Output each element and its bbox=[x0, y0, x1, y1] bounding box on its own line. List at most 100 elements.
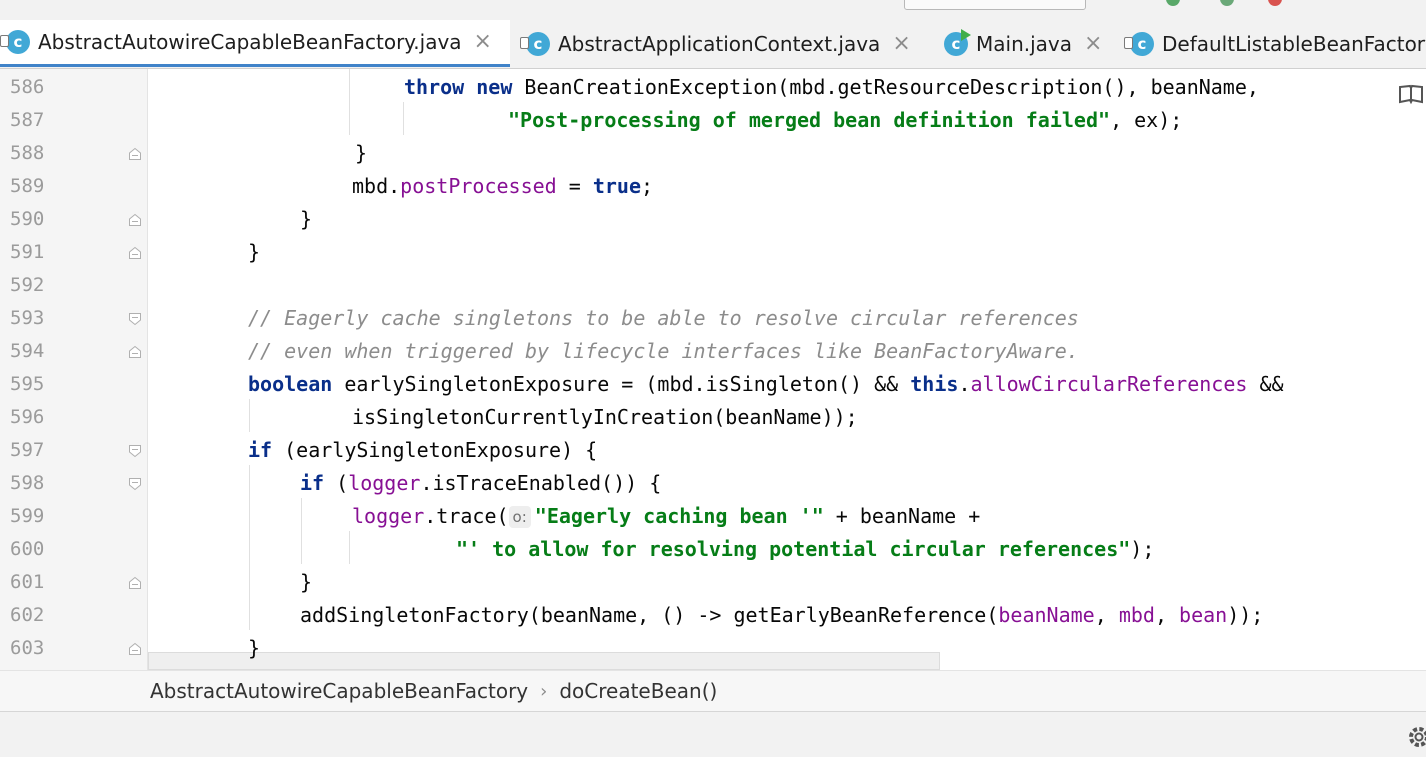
code-token: } bbox=[248, 636, 261, 660]
line-number: 589 bbox=[10, 175, 45, 197]
code-token: .trace( bbox=[424, 504, 509, 528]
tab-main[interactable]: c Main.java × bbox=[938, 20, 1118, 67]
close-icon[interactable]: × bbox=[892, 32, 910, 55]
code-token: BeanCreationException(mbd.getResourceDes… bbox=[512, 75, 1259, 99]
code-token: , bbox=[1154, 603, 1180, 627]
line-number: 597 bbox=[10, 439, 45, 461]
status-bar bbox=[0, 712, 1426, 757]
code-token: = bbox=[556, 174, 593, 198]
code-token: isSingletonCurrentlyInCreation(beanName)… bbox=[352, 405, 858, 429]
code-editor[interactable]: throw new BeanCreationException(mbd.getR… bbox=[148, 69, 1426, 670]
line-number-gutter[interactable]: 586 587 588 589 590 591 592 593 594 595 596 597 598 5… bbox=[0, 69, 148, 670]
indent-guide bbox=[249, 465, 250, 630]
line-number: 593 bbox=[10, 307, 45, 329]
run-icon[interactable] bbox=[1166, 0, 1180, 6]
code-token: if bbox=[248, 438, 273, 462]
line-number: 595 bbox=[10, 373, 45, 395]
tab-label: Main.java bbox=[976, 31, 1073, 56]
code-token: && bbox=[1247, 372, 1284, 396]
stop-icon[interactable] bbox=[1268, 0, 1282, 6]
breadcrumb-class[interactable]: AbstractAutowireCapableBeanFactory bbox=[150, 679, 528, 703]
code-line: mbd.postProcessed = true; bbox=[352, 170, 653, 203]
code-token: + beanName + bbox=[823, 504, 981, 528]
code-line: } bbox=[248, 632, 260, 665]
code-token: ; bbox=[641, 174, 654, 198]
code-line: if (logger.isTraceEnabled()) { bbox=[300, 467, 661, 500]
code-token: (earlySingletonExposure) { bbox=[272, 438, 598, 462]
close-icon[interactable]: × bbox=[474, 31, 492, 53]
tab-label: AbstractAutowireCapableBeanFactory.java bbox=[38, 30, 462, 54]
indent-guide bbox=[249, 399, 250, 432]
code-token: ); bbox=[1130, 537, 1155, 561]
code-token: } bbox=[248, 240, 261, 264]
parameter-hint: o: bbox=[508, 506, 531, 528]
code-line: isSingletonCurrentlyInCreation(beanName)… bbox=[352, 401, 858, 434]
code-token: logger bbox=[348, 471, 421, 495]
reader-mode-icon[interactable] bbox=[1398, 83, 1424, 105]
code-line: // Eagerly cache singletons to be able t… bbox=[248, 302, 1079, 335]
code-token: } bbox=[355, 141, 368, 165]
tab-default-listable-bean-factory[interactable]: c DefaultListableBeanFactory.java bbox=[1124, 20, 1426, 67]
chevron-right-icon: › bbox=[540, 680, 548, 702]
code-line: } bbox=[248, 236, 260, 269]
line-number: 600 bbox=[10, 538, 45, 560]
code-line: } bbox=[300, 566, 312, 599]
code-line: boolean earlySingletonExposure = (mbd.is… bbox=[248, 368, 1284, 401]
fold-marker-icon[interactable] bbox=[128, 444, 142, 458]
line-number: 588 bbox=[10, 142, 45, 164]
debug-icon[interactable] bbox=[1220, 0, 1234, 6]
code-line: addSingletonFactory(beanName, () -> getE… bbox=[300, 599, 1263, 632]
code-line: "Post-processing of merged bean definiti… bbox=[508, 104, 1182, 137]
gear-icon[interactable] bbox=[1404, 724, 1426, 750]
horizontal-scrollbar[interactable] bbox=[148, 652, 940, 670]
tab-abstract-autowire-capable-bean-factory[interactable]: c AbstractAutowireCapableBeanFactory.jav… bbox=[0, 20, 510, 67]
code-token: , ex); bbox=[1110, 108, 1183, 132]
code-token: earlySingletonExposure = (mbd.isSingleto… bbox=[332, 372, 911, 396]
line-number: 598 bbox=[10, 472, 45, 494]
line-number: 599 bbox=[10, 505, 45, 527]
code-token: bean bbox=[1179, 603, 1228, 627]
fold-marker-icon[interactable] bbox=[128, 642, 142, 656]
tab-abstract-application-context[interactable]: c AbstractApplicationContext.java × bbox=[520, 20, 925, 67]
indent-guide bbox=[349, 69, 350, 135]
code-line: throw new BeanCreationException(mbd.getR… bbox=[404, 71, 1259, 104]
line-number: 592 bbox=[10, 274, 45, 296]
code-token: , bbox=[1094, 603, 1119, 627]
tab-label: DefaultListableBeanFactory.java bbox=[1162, 31, 1426, 56]
code-token: .isTraceEnabled()) { bbox=[420, 471, 662, 495]
code-line: logger.trace(o: "Eagerly caching bean '" … bbox=[352, 500, 980, 533]
code-token: this bbox=[910, 372, 959, 396]
line-number: 602 bbox=[10, 604, 45, 626]
code-token: } bbox=[300, 207, 313, 231]
fold-marker-icon[interactable] bbox=[128, 345, 142, 359]
code-token: // even when triggered by lifecycle inte… bbox=[248, 339, 1079, 363]
class-run-icon: c bbox=[944, 28, 971, 56]
code-token: allowCircularReferences bbox=[970, 372, 1248, 396]
run-config-selector[interactable] bbox=[904, 0, 1086, 10]
code-token: new bbox=[476, 75, 513, 99]
fold-marker-icon[interactable] bbox=[128, 576, 142, 590]
close-icon[interactable]: × bbox=[1084, 32, 1102, 55]
fold-marker-icon[interactable] bbox=[128, 312, 142, 326]
code-token: ( bbox=[324, 471, 349, 495]
code-token: mbd. bbox=[352, 174, 401, 198]
tab-label: AbstractApplicationContext.java bbox=[558, 31, 881, 56]
line-number: 591 bbox=[10, 241, 45, 263]
fold-marker-icon[interactable] bbox=[128, 246, 142, 260]
code-token: beanName bbox=[998, 603, 1095, 627]
code-token: true bbox=[592, 174, 642, 198]
code-token: "' to allow for resolving potential circ… bbox=[456, 537, 1131, 561]
fold-marker-icon[interactable] bbox=[128, 213, 142, 227]
code-line: // even when triggered by lifecycle inte… bbox=[248, 335, 1079, 368]
code-token: . bbox=[958, 372, 971, 396]
class-icon: c bbox=[520, 31, 550, 56]
fold-marker-icon[interactable] bbox=[128, 477, 142, 491]
code-token: boolean bbox=[248, 372, 333, 396]
code-line: "' to allow for resolving potential circ… bbox=[456, 533, 1154, 566]
breadcrumb-method[interactable]: doCreateBean() bbox=[559, 679, 717, 703]
fold-marker-icon[interactable] bbox=[128, 147, 142, 161]
code-token: "Eagerly caching bean '" bbox=[534, 504, 824, 528]
class-icon: c bbox=[1124, 31, 1154, 56]
code-token: addSingletonFactory(beanName, () -> getE… bbox=[300, 603, 999, 627]
